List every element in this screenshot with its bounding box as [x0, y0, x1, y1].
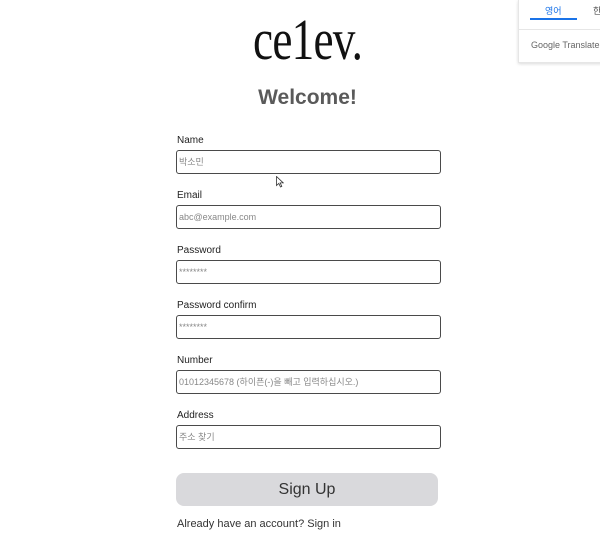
address-input[interactable]: 주소 찾기 — [176, 425, 441, 449]
translate-tab-korean[interactable]: 한 — [593, 4, 600, 17]
password-confirm-input[interactable]: ******** — [176, 315, 441, 339]
password-label: Password — [177, 245, 221, 256]
name-label: Name — [177, 135, 204, 146]
email-label: Email — [177, 190, 203, 201]
logo: ce1ev. — [253, 7, 363, 72]
mouse-cursor-icon — [276, 176, 284, 188]
active-tab-indicator — [530, 18, 577, 20]
password-input[interactable]: ******** — [176, 260, 441, 284]
page-title: Welcome! — [258, 86, 357, 109]
name-input[interactable]: 박소민 — [176, 150, 441, 174]
number-label: Number — [177, 355, 213, 366]
email-input[interactable]: abc@example.com — [176, 205, 441, 229]
translate-tab-english[interactable]: 영어 — [545, 4, 562, 17]
password-confirm-label: Password confirm — [177, 300, 257, 311]
address-label: Address — [177, 410, 214, 421]
translate-popup: 영어 한 Google Translate — [518, 0, 600, 63]
google-translate-brand: Google Translate — [531, 40, 600, 50]
divider — [519, 29, 600, 30]
sign-up-button[interactable]: Sign Up — [176, 473, 438, 506]
number-input[interactable]: 01012345678 (하이픈(-)을 빼고 입력하십시오.) — [176, 370, 441, 394]
sign-in-link[interactable]: Already have an account? Sign in — [177, 518, 341, 530]
